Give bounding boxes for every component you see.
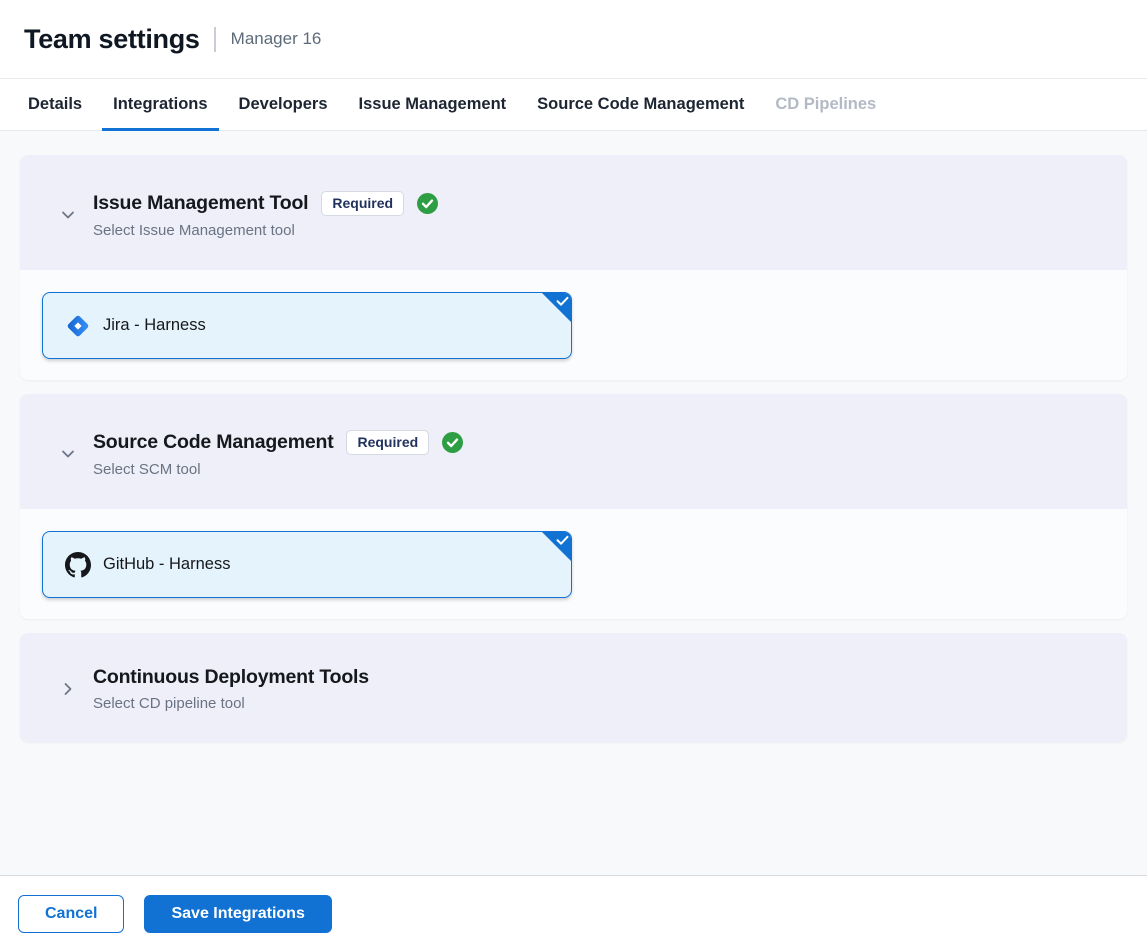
save-integrations-button[interactable]: Save Integrations — [144, 895, 331, 933]
tab-developers[interactable]: Developers — [228, 79, 339, 130]
section-title: Source Code Management — [93, 431, 333, 454]
title-divider — [214, 27, 216, 52]
chevron-down-icon[interactable] — [58, 207, 78, 223]
tab-details-label: Details — [28, 95, 82, 114]
section-title-row: Source Code Management Required — [93, 430, 463, 455]
required-badge: Required — [321, 191, 404, 216]
tool-card-label: Jira - Harness — [103, 316, 206, 335]
section-title-row: Issue Management Tool Required — [93, 191, 438, 216]
chevron-down-icon[interactable] — [58, 446, 78, 462]
tab-integrations-label: Integrations — [113, 95, 207, 114]
tool-card-jira-harness[interactable]: Jira - Harness — [42, 292, 572, 359]
section-continuous-deployment-tools: Continuous Deployment Tools Select CD pi… — [20, 633, 1127, 742]
section-issue-management-tool: Issue Management Tool Required Select Is… — [20, 155, 1127, 380]
tab-issue-management[interactable]: Issue Management — [348, 79, 518, 130]
check-circle-icon — [417, 193, 438, 214]
section-title: Continuous Deployment Tools — [93, 666, 369, 689]
section-scm-header[interactable]: Source Code Management Required Select S… — [20, 394, 1127, 509]
tab-integrations[interactable]: Integrations — [102, 79, 218, 130]
section-source-code-management: Source Code Management Required Select S… — [20, 394, 1127, 619]
section-header-text: Issue Management Tool Required Select Is… — [93, 191, 438, 239]
section-title: Issue Management Tool — [93, 192, 308, 215]
tab-source-code-management[interactable]: Source Code Management — [526, 79, 755, 130]
section-title-row: Continuous Deployment Tools — [93, 666, 369, 689]
corner-check-icon — [541, 292, 572, 323]
tab-source-code-management-label: Source Code Management — [537, 95, 744, 114]
tab-cd-pipelines: CD Pipelines — [764, 79, 887, 130]
page-title: Team settings — [24, 24, 200, 55]
jira-icon — [65, 313, 91, 339]
tab-developers-label: Developers — [239, 95, 328, 114]
check-circle-icon — [442, 432, 463, 453]
section-header-text: Source Code Management Required Select S… — [93, 430, 463, 478]
tab-bar: Details Integrations Developers Issue Ma… — [0, 78, 1147, 131]
tool-card-github-harness[interactable]: GitHub - Harness — [42, 531, 572, 598]
page-subtitle: Manager 16 — [231, 29, 322, 49]
cancel-button[interactable]: Cancel — [18, 895, 124, 933]
tab-cd-pipelines-label: CD Pipelines — [775, 95, 876, 114]
section-subtitle: Select CD pipeline tool — [93, 695, 369, 712]
integrations-panel: Issue Management Tool Required Select Is… — [0, 131, 1147, 875]
footer-action-bar: Cancel Save Integrations — [0, 875, 1147, 952]
page-header: Team settings Manager 16 — [0, 0, 1147, 78]
section-issue-management-header[interactable]: Issue Management Tool Required Select Is… — [20, 155, 1127, 270]
section-issue-management-body: Jira - Harness — [20, 270, 1127, 380]
section-cd-header[interactable]: Continuous Deployment Tools Select CD pi… — [20, 633, 1127, 742]
section-subtitle: Select Issue Management tool — [93, 222, 438, 239]
section-header-text: Continuous Deployment Tools Select CD pi… — [93, 666, 369, 712]
section-subtitle: Select SCM tool — [93, 461, 463, 478]
tab-issue-management-label: Issue Management — [359, 95, 507, 114]
github-icon — [65, 552, 91, 578]
tool-card-label: GitHub - Harness — [103, 555, 230, 574]
section-scm-body: GitHub - Harness — [20, 509, 1127, 619]
tab-details[interactable]: Details — [17, 79, 93, 130]
corner-check-icon — [541, 531, 572, 562]
chevron-right-icon[interactable] — [58, 681, 78, 697]
required-badge: Required — [346, 430, 429, 455]
